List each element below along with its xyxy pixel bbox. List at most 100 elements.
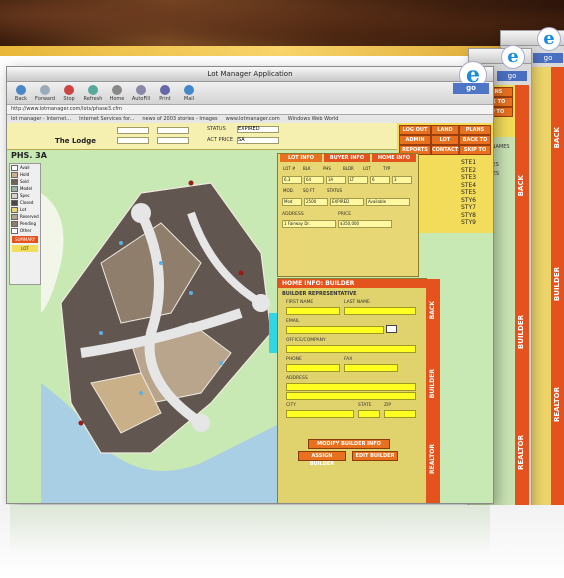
back-to-map-button[interactable]: BACK TO MAP bbox=[459, 135, 491, 151]
phone-field[interactable] bbox=[286, 364, 340, 372]
tab-builder[interactable]: BUILDER bbox=[429, 369, 436, 398]
list-item[interactable]: STE5 bbox=[461, 189, 476, 197]
legend-swatch bbox=[11, 199, 18, 206]
log-out-button[interactable]: LOG OUT bbox=[399, 125, 431, 135]
forward-button[interactable]: Forward bbox=[35, 84, 55, 102]
lot-value-cell[interactable]: 6.3 bbox=[282, 176, 302, 184]
plans-button[interactable]: PLANS bbox=[459, 125, 491, 135]
list-item[interactable]: STE4 bbox=[461, 182, 476, 190]
lot-value-cell[interactable]: 2500 bbox=[304, 198, 328, 206]
plan-list: STE1 STE2 STE3 STE4 STE5 STY6 STY7 STY8 … bbox=[461, 159, 476, 227]
address-label: ADDRESS bbox=[282, 212, 304, 217]
company-label: OFFICE/COMPANY bbox=[286, 338, 326, 343]
tab-back[interactable]: BACK bbox=[517, 175, 525, 196]
email-envelope-icon[interactable] bbox=[386, 325, 397, 333]
lot-button[interactable]: LOT bbox=[12, 245, 38, 252]
tab-back[interactable]: BACK bbox=[553, 127, 561, 148]
tab-realtor[interactable]: REALTOR bbox=[517, 435, 525, 470]
admin-button[interactable]: ADMIN bbox=[399, 135, 431, 145]
column-header: BLK bbox=[303, 166, 311, 171]
lot-value-cell[interactable]: Available bbox=[366, 198, 410, 206]
state-field[interactable] bbox=[358, 410, 380, 418]
address-line-1[interactable] bbox=[286, 383, 416, 391]
address-line-2[interactable] bbox=[286, 392, 416, 400]
legend-item: Reserved bbox=[10, 213, 40, 220]
summary-field[interactable] bbox=[157, 137, 189, 144]
land-button[interactable]: LAND bbox=[431, 125, 459, 135]
tab-realtor[interactable]: REALTOR bbox=[553, 387, 561, 422]
act-price-field[interactable]: SA bbox=[237, 137, 279, 144]
go-button[interactable]: go bbox=[497, 71, 527, 81]
first-name-field[interactable] bbox=[286, 307, 340, 315]
lot-value-cell[interactable]: LT bbox=[348, 176, 368, 184]
tab-back[interactable]: BACK bbox=[429, 301, 436, 319]
refresh-button[interactable]: Refresh bbox=[83, 84, 103, 102]
lot-value-cell[interactable]: 64 bbox=[304, 176, 324, 184]
tab-buyer-info[interactable]: BUYER INFO bbox=[324, 154, 370, 162]
address-field[interactable]: 1 Fairway Dr. bbox=[282, 220, 336, 228]
legend-item: Other bbox=[10, 227, 40, 234]
company-field[interactable] bbox=[286, 345, 416, 353]
price-field[interactable]: $350,000 bbox=[338, 220, 392, 228]
fax-label: FAX bbox=[344, 357, 353, 362]
summary-field[interactable] bbox=[117, 127, 149, 134]
legend-swatch bbox=[11, 206, 18, 213]
modify-builder-button[interactable]: MODIFY BUILDER INFO bbox=[308, 439, 390, 449]
home-icon bbox=[112, 84, 122, 95]
list-item[interactable]: STE1 bbox=[461, 159, 476, 167]
list-item[interactable]: STY9 bbox=[461, 219, 476, 227]
edit-builder-button[interactable]: EDIT BUILDER bbox=[352, 451, 398, 461]
fax-field[interactable] bbox=[344, 364, 398, 372]
skip-to-button[interactable]: SKIP TO bbox=[459, 145, 491, 155]
list-item[interactable]: STY8 bbox=[461, 212, 476, 220]
lot-value-cell[interactable]: Mod bbox=[282, 198, 302, 206]
tab-lot-info[interactable]: LOT INFO bbox=[280, 154, 322, 162]
lot-value-cell[interactable]: 6 bbox=[370, 176, 390, 184]
tab-realtor[interactable]: REALTOR bbox=[429, 444, 436, 474]
assign-builder-button[interactable]: ASSIGN BUILDER bbox=[298, 451, 346, 467]
browser-toolbar: Back Forward Stop Refresh Home AutoFill … bbox=[7, 82, 493, 105]
last-name-field[interactable] bbox=[344, 307, 416, 315]
lot-header-row: LOT # BLK PHS BLDR LOT TYP bbox=[282, 166, 400, 172]
back-button[interactable]: Back bbox=[11, 84, 31, 102]
go-button[interactable]: go bbox=[533, 53, 563, 63]
legend-item: Closed bbox=[10, 199, 40, 206]
side-tabs: BACK BUILDER REALTOR bbox=[515, 85, 529, 545]
contacts-button[interactable]: CONTACTS bbox=[431, 145, 462, 155]
list-item[interactable]: STE3 bbox=[461, 174, 476, 182]
print-button[interactable]: Print bbox=[155, 84, 175, 102]
summary-field[interactable] bbox=[157, 127, 189, 134]
list-item[interactable]: STY6 bbox=[461, 197, 476, 205]
legend-item: Spec bbox=[10, 192, 40, 199]
column-header: TYP bbox=[383, 166, 391, 171]
column-header: SQ FT bbox=[303, 188, 315, 193]
home-button[interactable]: Home bbox=[107, 84, 127, 102]
email-field[interactable] bbox=[286, 326, 384, 334]
subdivision-map[interactable] bbox=[41, 153, 281, 503]
reflection-shape bbox=[10, 505, 490, 555]
lot-value-cell[interactable]: 3A bbox=[326, 176, 346, 184]
legend-item: Hold bbox=[10, 171, 40, 178]
lot-value-cell[interactable]: 3 bbox=[392, 176, 412, 184]
stop-button[interactable]: Stop bbox=[59, 84, 79, 102]
go-button[interactable]: go bbox=[453, 83, 489, 94]
autofill-button[interactable]: AutoFill bbox=[131, 84, 151, 102]
address-bar[interactable]: http://www.lotmanager.com/lots/phase3.cf… bbox=[7, 105, 493, 115]
tab-builder[interactable]: BUILDER bbox=[517, 315, 525, 349]
legend-swatch bbox=[11, 213, 18, 220]
list-item[interactable]: STY7 bbox=[461, 204, 476, 212]
legend-swatch bbox=[11, 164, 18, 171]
legend-swatch bbox=[11, 220, 18, 227]
list-item[interactable]: STE2 bbox=[461, 167, 476, 175]
back-icon bbox=[16, 84, 26, 95]
mail-button[interactable]: Mail bbox=[179, 84, 199, 102]
city-field[interactable] bbox=[286, 410, 354, 418]
zip-field[interactable] bbox=[384, 410, 416, 418]
status-field[interactable]: EXPIRED bbox=[237, 126, 279, 133]
tab-home-info[interactable]: HOME INFO bbox=[372, 154, 416, 162]
lot-type-button[interactable]: LOT TYPE bbox=[431, 135, 459, 151]
lot-value-cell[interactable]: EXPIRED bbox=[330, 198, 364, 206]
tab-builder[interactable]: BUILDER bbox=[553, 267, 561, 301]
summary-field[interactable] bbox=[117, 137, 149, 144]
summary-button[interactable]: SUMMARY bbox=[12, 236, 38, 243]
